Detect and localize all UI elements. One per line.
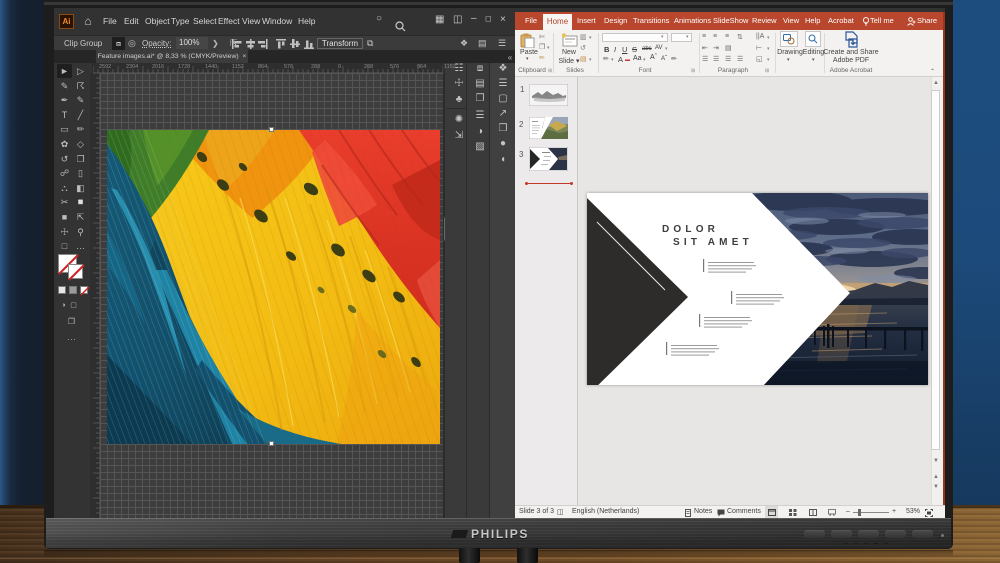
- svg-text:DOLOR: DOLOR: [662, 224, 719, 235]
- svg-text:SIT AMET: SIT AMET: [673, 237, 753, 248]
